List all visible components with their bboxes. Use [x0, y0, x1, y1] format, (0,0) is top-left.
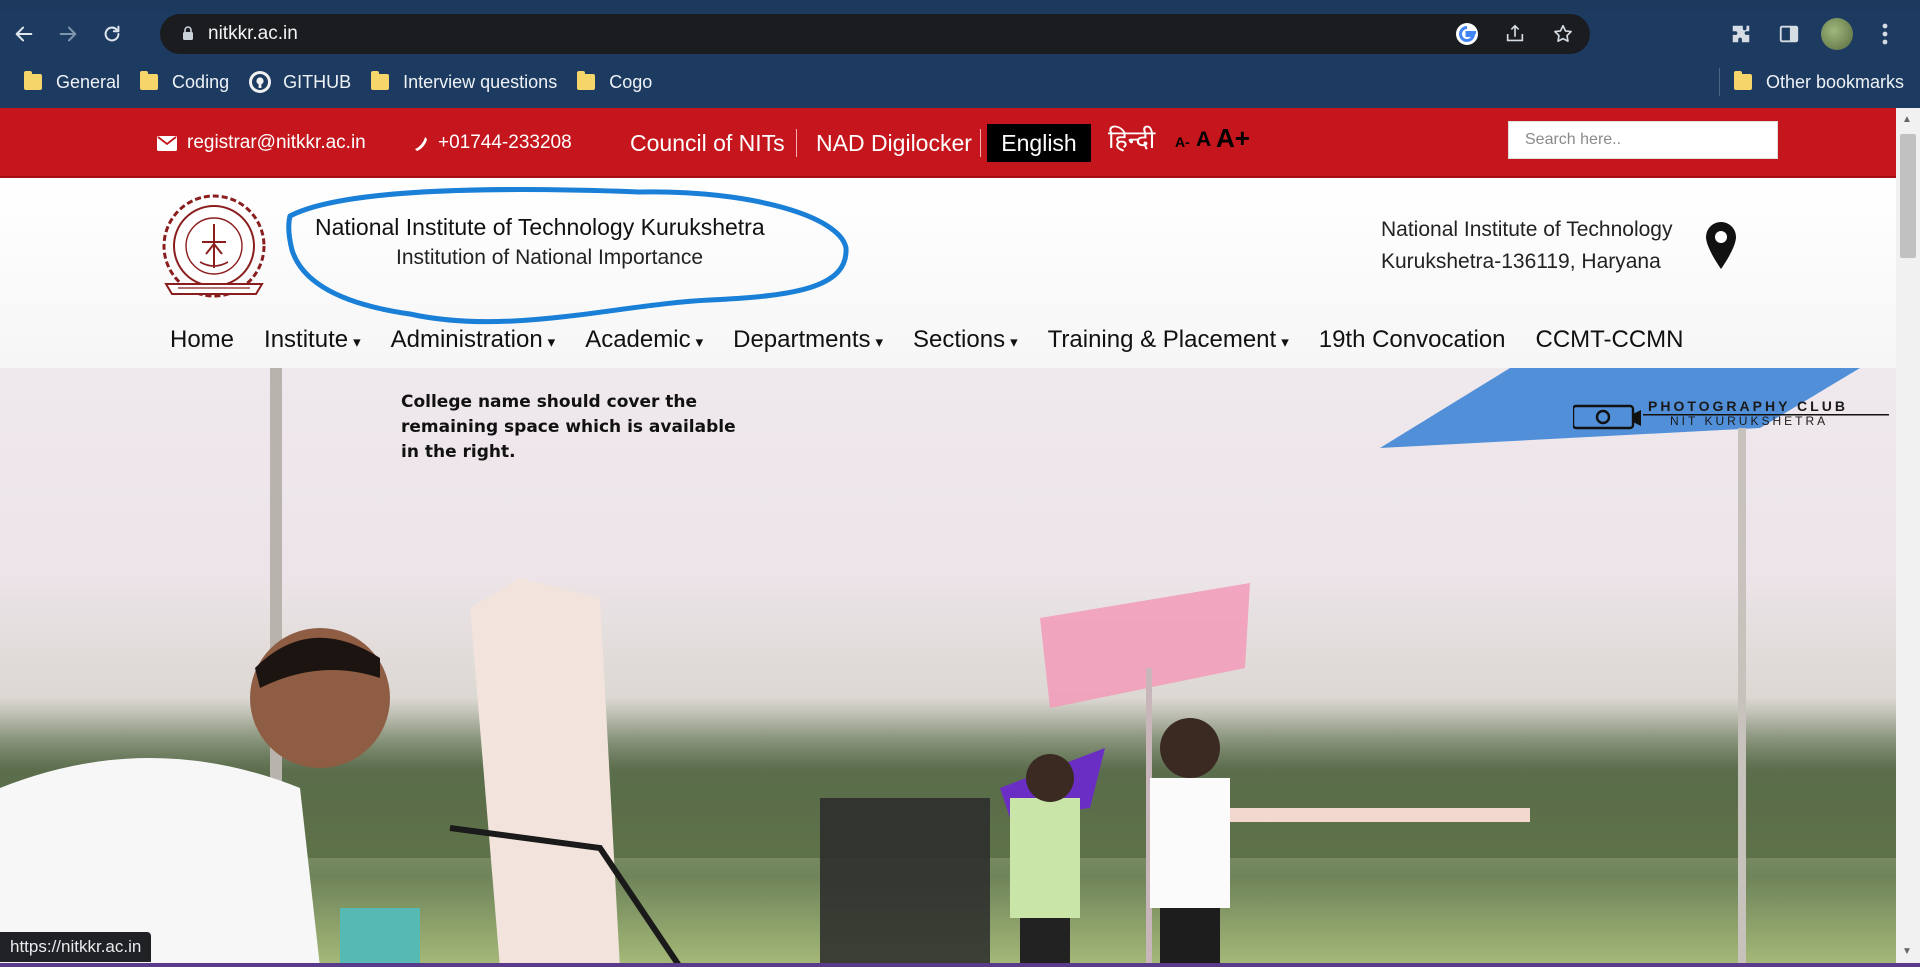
bookmark-star-icon[interactable] — [1550, 21, 1576, 47]
annotation-note: College name should cover the remaining … — [401, 392, 736, 462]
bookmark-general[interactable]: General — [14, 66, 130, 98]
nav-institute[interactable]: Institute ▾ — [264, 326, 361, 354]
browser-tab-strip — [0, 0, 1920, 12]
bookmark-label: Other bookmarks — [1765, 71, 1904, 92]
address-url: nitkkr.ac.in — [208, 23, 298, 44]
web-page: registrar@nitkkr.ac.in +01744-233208 Cou… — [0, 108, 1920, 967]
nit-kurukshetra-logo[interactable] — [156, 192, 272, 308]
google-icon[interactable] — [1454, 21, 1480, 47]
nav-ccmt-ccmn[interactable]: CCMT-CCMN — [1536, 326, 1684, 354]
scroll-up-arrow-icon[interactable]: ▲ — [1902, 114, 1914, 126]
lock-icon — [182, 25, 194, 43]
photography-club-subtitle: NIT KURUKSHETRA — [1670, 414, 1829, 428]
browser-toolbar: nitkkr.ac.in — [0, 12, 1920, 56]
address-line-2: Kurukshetra-136119, Haryana — [1381, 250, 1661, 273]
bookmark-interview-questions[interactable]: Interview questions — [361, 66, 567, 98]
scroll-down-arrow-icon[interactable]: ▼ — [1902, 946, 1914, 958]
bookmarks-bar: General Coding GITHUB Interview question… — [0, 56, 1920, 108]
phone-icon — [415, 137, 427, 151]
bookmark-coding[interactable]: Coding — [130, 66, 239, 98]
site-top-bar: registrar@nitkkr.ac.in +01744-233208 Cou… — [0, 108, 1896, 178]
folder-icon — [1733, 71, 1752, 90]
phone-link[interactable]: +01744-233208 — [412, 108, 572, 178]
nav-convocation[interactable]: 19th Convocation — [1319, 326, 1506, 354]
hero-banner-image: College name should cover the remaining … — [0, 368, 1896, 967]
language-english-button[interactable]: English — [987, 124, 1091, 162]
bookmark-cogo[interactable]: Cogo — [567, 66, 662, 98]
extensions-icon[interactable] — [1724, 17, 1758, 51]
email-link[interactable]: registrar@nitkkr.ac.in — [157, 108, 366, 178]
bookmark-label: Cogo — [609, 71, 653, 92]
back-icon[interactable] — [4, 14, 44, 54]
nav-label: Academic — [585, 326, 691, 353]
window-bottom-edge — [0, 963, 1920, 967]
github-icon — [249, 71, 272, 93]
caret-down-icon: ▾ — [353, 334, 361, 351]
nad-digilocker-link[interactable]: NAD Digilocker — [816, 108, 972, 178]
hero-scene-shapes — [0, 368, 1860, 967]
nav-sections[interactable]: Sections ▾ — [913, 326, 1018, 354]
top-divider — [796, 129, 797, 157]
site-header: National Institute of Technology Kuruksh… — [0, 178, 1896, 368]
caret-down-icon: ▾ — [875, 334, 884, 351]
bookmark-label: Coding — [172, 71, 230, 92]
phone-text: +01744-233208 — [438, 132, 572, 153]
nav-label: Administration — [390, 326, 543, 353]
link-status-bubble: https://nitkkr.ac.in — [0, 932, 152, 962]
side-panel-icon[interactable] — [1772, 17, 1806, 51]
nav-label: 19th Convocation — [1318, 326, 1506, 353]
address-line-1: National Institute of Technology — [1381, 218, 1673, 241]
bookmark-label: GITHUB — [283, 71, 352, 92]
nav-home[interactable]: Home — [170, 326, 234, 354]
profile-avatar[interactable] — [1820, 17, 1854, 51]
caret-down-icon: ▾ — [547, 334, 556, 351]
folder-icon — [371, 71, 390, 90]
nav-label: Departments — [733, 326, 871, 353]
location-pin-icon[interactable] — [1703, 220, 1739, 272]
caret-down-icon: ▾ — [1281, 334, 1289, 351]
nav-label: Institute — [264, 326, 349, 353]
share-icon[interactable] — [1502, 21, 1528, 47]
mail-icon — [157, 135, 177, 151]
bookmark-other[interactable]: Other bookmarks — [1724, 66, 1914, 98]
top-divider — [980, 129, 981, 157]
nav-label: Home — [170, 326, 235, 353]
bookmark-github[interactable]: GITHUB — [239, 66, 361, 98]
main-navigation: Home Institute ▾ Administration ▾ Academic… — [170, 320, 1714, 360]
reload-icon[interactable] — [92, 14, 132, 54]
font-increase-button[interactable]: A+ — [1216, 123, 1250, 154]
email-text: registrar@nitkkr.ac.in — [187, 132, 366, 153]
bookmark-label: General — [56, 71, 121, 92]
caret-down-icon: ▾ — [1010, 334, 1018, 351]
council-of-nits-link[interactable]: Council of NITs — [630, 108, 785, 178]
nav-label: Sections — [913, 326, 1006, 353]
bookmark-label: Interview questions — [403, 71, 558, 92]
nav-administration[interactable]: Administration ▾ — [391, 326, 556, 354]
photography-club-title: PHOTOGRAPHY CLUB — [1648, 398, 1848, 414]
address-bar[interactable]: nitkkr.ac.in — [160, 14, 1590, 54]
folder-icon — [24, 71, 42, 90]
nav-training-placement[interactable]: Training & Placement ▾ — [1048, 326, 1289, 354]
page-scrollbar[interactable]: ▲ ▼ — [1896, 108, 1920, 967]
nav-departments[interactable]: Departments ▾ — [733, 326, 883, 354]
site-search-input[interactable]: Search here.. — [1508, 121, 1778, 159]
caret-down-icon: ▾ — [695, 334, 704, 351]
folder-icon — [577, 71, 596, 90]
nav-label: Training & Placement — [1047, 326, 1277, 353]
bookmarks-divider — [1719, 68, 1720, 96]
folder-icon — [140, 71, 159, 90]
nav-academic[interactable]: Academic ▾ — [585, 326, 703, 354]
font-decrease-button[interactable]: A- — [1175, 134, 1190, 150]
nav-label: CCMT-CCMN — [1535, 326, 1684, 353]
forward-icon[interactable] — [48, 14, 88, 54]
font-normal-button[interactable]: A — [1196, 128, 1211, 152]
scrollbar-thumb[interactable] — [1900, 134, 1916, 258]
language-hindi-button[interactable]: हिन्दी — [1108, 122, 1155, 156]
annotation-circle — [286, 187, 849, 325]
menu-kebab-icon[interactable] — [1868, 17, 1902, 51]
